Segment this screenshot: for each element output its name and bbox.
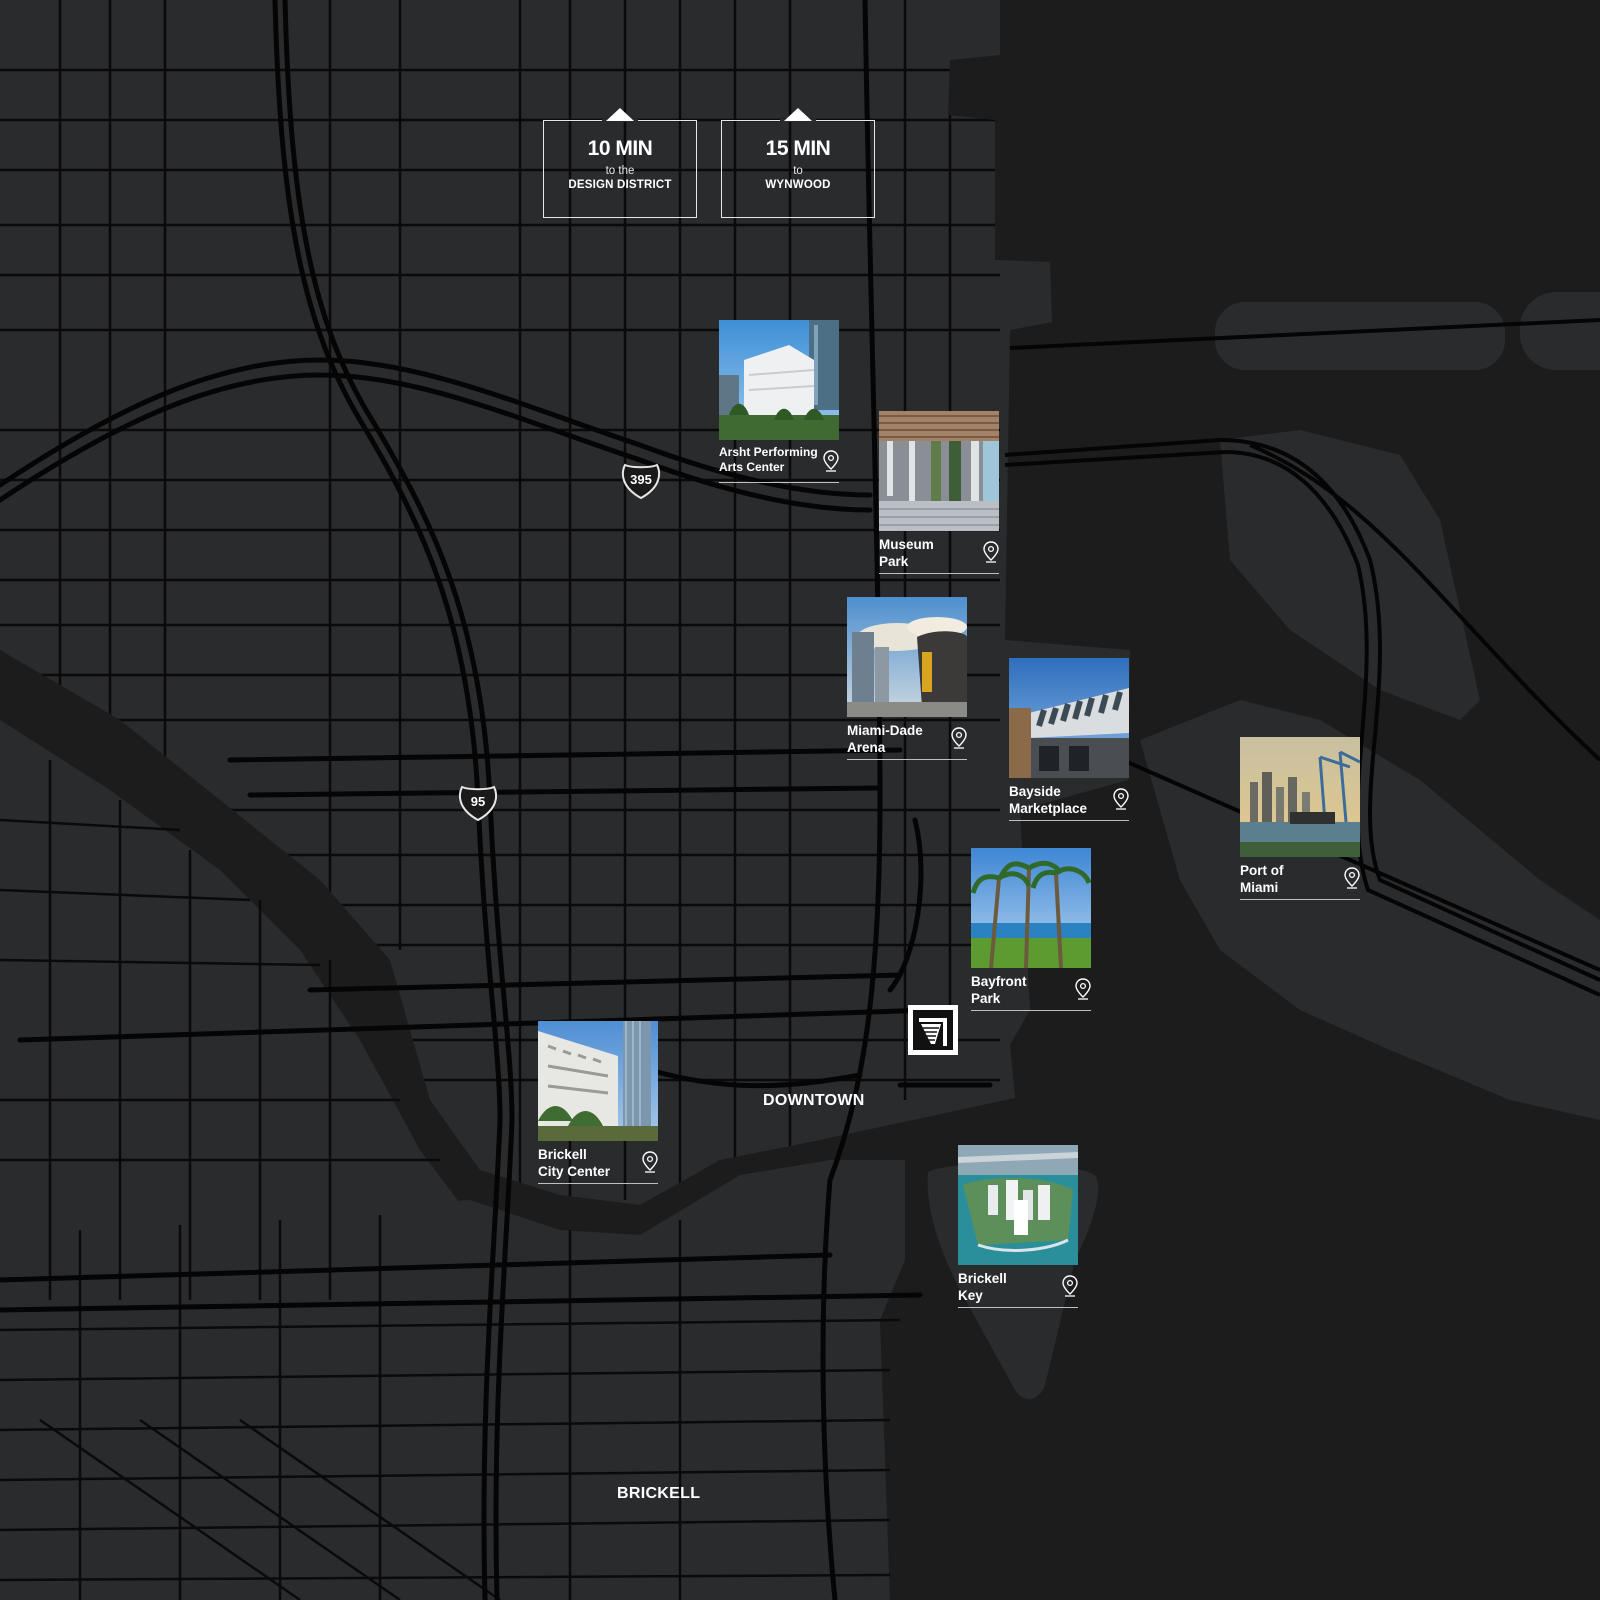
location-pin-icon: [1075, 978, 1091, 1000]
location-pin-icon: [642, 1151, 658, 1173]
place-label: Brickell City Center: [538, 1147, 611, 1179]
travel-time-design-district: 10 MIN to the DESIGN DISTRICT: [543, 108, 697, 218]
place-label: Bayside Marketplace: [1009, 784, 1088, 816]
land-causeway-island-2: [1520, 292, 1600, 370]
travel-time-destination: DESIGN DISTRICT: [568, 179, 672, 191]
place-card-port-of-miami[interactable]: Port of Miami: [1240, 737, 1360, 900]
arrow-up-icon: [784, 108, 812, 121]
place-card-museum-park[interactable]: Museum Park: [879, 411, 999, 574]
street-map: [0, 0, 1600, 1600]
place-label: Arsht Performing Arts Center: [719, 445, 818, 474]
location-pin-icon: [823, 450, 839, 472]
arrow-up-icon: [606, 108, 634, 121]
interstate-395-shield: 395: [620, 459, 662, 501]
place-card-bayfront-park[interactable]: Bayfront Park: [971, 848, 1091, 1011]
travel-time-wynwood: 15 MIN to WYNWOOD: [721, 108, 875, 218]
place-card-bayside-marketplace[interactable]: Bayside Marketplace: [1009, 658, 1129, 821]
location-pin-icon: [1113, 788, 1129, 810]
place-label: Bayfront Park: [971, 974, 1027, 1006]
place-card-brickell-city-center[interactable]: Brickell City Center: [538, 1021, 658, 1184]
place-label: Brickell Key: [958, 1271, 1007, 1303]
highway-number: 395: [630, 472, 652, 487]
place-card-brickell-key[interactable]: Brickell Key: [958, 1145, 1078, 1308]
travel-time-connector: to the: [605, 165, 635, 177]
project-logo-marker[interactable]: [908, 1005, 958, 1055]
travel-time-minutes: 10 MIN: [587, 137, 653, 160]
place-card-miami-dade-arena[interactable]: Miami-Dade Arena: [847, 597, 967, 760]
land-brickell: [0, 1160, 905, 1600]
travel-time-connector: to: [793, 165, 803, 177]
building-logo-icon: [919, 1018, 947, 1046]
place-label: Port of Miami: [1240, 863, 1284, 895]
place-photo: [1009, 658, 1129, 778]
travel-time-destination: WYNWOOD: [765, 179, 831, 191]
place-photo: [879, 411, 999, 531]
place-photo: [971, 848, 1091, 968]
location-pin-icon: [983, 541, 999, 563]
place-photo: [1240, 737, 1360, 857]
interstate-95-shield: 95: [457, 781, 499, 823]
location-pin-icon: [1344, 867, 1360, 889]
travel-time-minutes: 15 MIN: [765, 137, 831, 160]
place-card-arsht-center[interactable]: Arsht Performing Arts Center: [719, 320, 839, 483]
map-canvas[interactable]: 10 MIN to the DESIGN DISTRICT 15 MIN to …: [0, 0, 1600, 1600]
location-pin-icon: [951, 727, 967, 749]
place-photo: [538, 1021, 658, 1141]
place-photo: [847, 597, 967, 717]
district-label-downtown: DOWNTOWN: [763, 1092, 865, 1109]
place-label: Museum Park: [879, 537, 934, 569]
highway-number: 95: [470, 794, 486, 809]
place-photo: [958, 1145, 1078, 1265]
location-pin-icon: [1062, 1275, 1078, 1297]
place-label: Miami-Dade Arena: [847, 723, 923, 755]
place-photo: [719, 320, 839, 440]
district-label-brickell: BRICKELL: [617, 1485, 701, 1502]
